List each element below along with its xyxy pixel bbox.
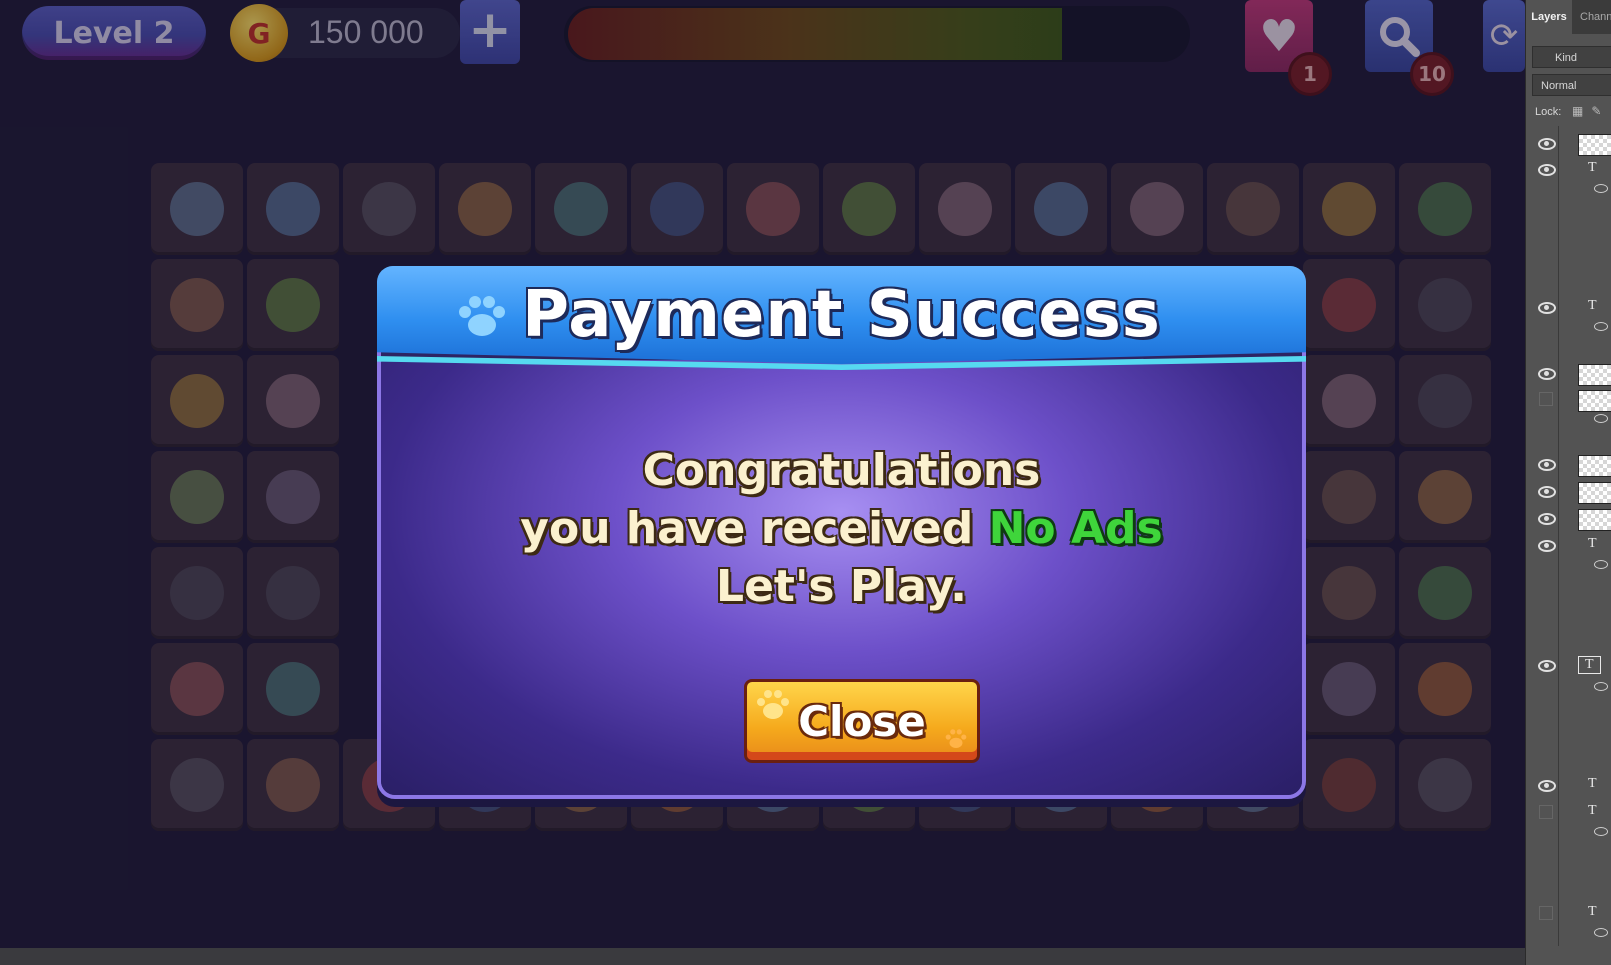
layer-thumbnail xyxy=(1578,455,1611,477)
eye-icon[interactable] xyxy=(1594,322,1608,331)
hidden-visibility-box[interactable] xyxy=(1539,805,1553,819)
eye-icon[interactable] xyxy=(1538,513,1556,525)
eye-icon[interactable] xyxy=(1538,459,1556,471)
message-line-2-prefix: you have received xyxy=(520,503,974,554)
text-layer-icon: T xyxy=(1588,776,1597,791)
lock-label: Lock: xyxy=(1535,106,1562,118)
text-layer-icon: T xyxy=(1588,298,1597,313)
text-layer-icon: T xyxy=(1578,656,1601,674)
layer-row[interactable] xyxy=(1526,455,1611,481)
layer-row[interactable]: T xyxy=(1526,536,1611,569)
eye-icon[interactable] xyxy=(1594,414,1608,423)
eye-icon[interactable] xyxy=(1538,660,1556,672)
text-layer-icon: T xyxy=(1588,160,1597,175)
layer-thumbnail xyxy=(1578,390,1611,412)
panel-tabs: Layers Chann xyxy=(1526,0,1611,34)
layer-row[interactable] xyxy=(1526,482,1611,508)
hidden-visibility-box[interactable] xyxy=(1539,906,1553,920)
lock-options[interactable]: ▦✎ xyxy=(1572,104,1609,118)
layer-row[interactable]: T xyxy=(1526,904,1611,937)
eye-icon[interactable] xyxy=(1594,560,1608,569)
blend-mode-select[interactable]: Normal xyxy=(1532,74,1611,96)
bottom-status-bar xyxy=(0,948,1525,965)
layer-thumbnail xyxy=(1578,364,1611,386)
message-line-1: Congratulations xyxy=(642,445,1041,496)
tab-layers[interactable]: Layers xyxy=(1526,0,1572,34)
eye-icon[interactable] xyxy=(1538,486,1556,498)
paw-icon xyxy=(945,729,967,749)
layer-thumbnail xyxy=(1578,509,1611,531)
layer-row[interactable]: T xyxy=(1526,160,1611,193)
text-layer-icon: T xyxy=(1588,904,1597,919)
dialog-title: Payment Success xyxy=(522,278,1161,352)
layer-row[interactable]: T xyxy=(1526,803,1611,836)
eye-icon[interactable] xyxy=(1594,928,1608,937)
dialog-message: Congratulations you have received No Ads… xyxy=(381,442,1302,616)
hidden-visibility-box[interactable] xyxy=(1539,392,1553,406)
no-ads-highlight: No Ads xyxy=(988,503,1163,554)
layer-thumbnail xyxy=(1578,134,1611,156)
eye-icon[interactable] xyxy=(1538,164,1556,176)
eye-icon[interactable] xyxy=(1538,368,1556,380)
eye-icon[interactable] xyxy=(1538,138,1556,150)
eye-icon[interactable] xyxy=(1538,302,1556,314)
layers-panel: Layers Chann ⌕ Kind Normal Lock: ▦✎ T T … xyxy=(1525,0,1611,965)
layer-thumbnail xyxy=(1578,482,1611,504)
eye-icon[interactable] xyxy=(1538,780,1556,792)
tab-channels[interactable]: Chann xyxy=(1580,0,1611,34)
layer-filter-kind[interactable]: Kind xyxy=(1532,46,1611,68)
layer-row[interactable] xyxy=(1526,390,1611,423)
close-button-label: Close xyxy=(798,696,926,746)
payment-success-dialog: Payment Success Congratulations you have… xyxy=(377,266,1306,799)
text-layer-icon: T xyxy=(1588,536,1597,551)
paw-icon xyxy=(757,690,789,719)
game-screen: Level 2 G 150 000 + ♥ 1 10 ⟳ Payment Suc… xyxy=(0,0,1525,950)
eye-icon[interactable] xyxy=(1594,682,1608,691)
text-layer-icon: T xyxy=(1588,803,1597,818)
layer-row[interactable]: T xyxy=(1526,776,1611,802)
message-line-2: you have received No Ads xyxy=(381,500,1302,558)
message-line-3: Let's Play. xyxy=(716,561,967,612)
eye-icon[interactable] xyxy=(1538,540,1556,552)
layer-row[interactable] xyxy=(1526,134,1611,160)
layer-row[interactable] xyxy=(1526,364,1611,390)
eye-icon[interactable] xyxy=(1594,184,1608,193)
layer-row[interactable]: T xyxy=(1526,298,1611,331)
eye-icon[interactable] xyxy=(1594,827,1608,836)
layer-row[interactable] xyxy=(1526,509,1611,535)
layer-row[interactable]: T xyxy=(1526,656,1611,691)
close-button[interactable]: Close xyxy=(744,679,980,763)
